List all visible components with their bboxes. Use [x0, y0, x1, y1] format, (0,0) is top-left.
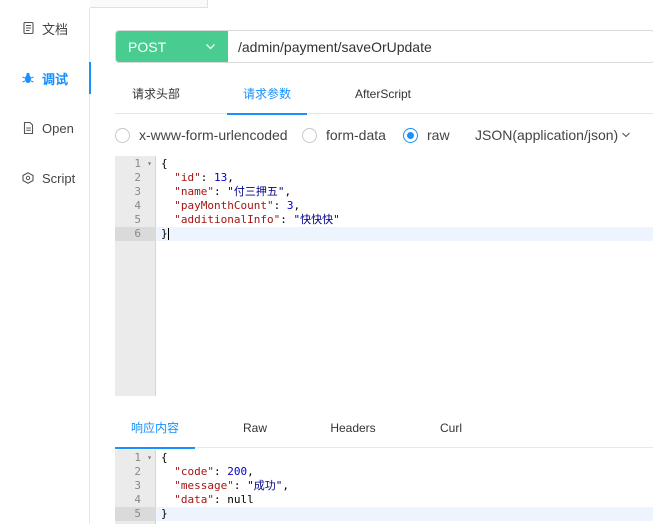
- code-line: "message": "成功",: [174, 479, 289, 492]
- request-bar: POST /admin/payment/saveOrUpdate: [115, 30, 653, 63]
- line-number: 3: [134, 479, 141, 492]
- body-type-group: x-www-form-urlencoded form-data raw JSON…: [115, 124, 653, 146]
- radio-circle: [115, 127, 130, 143]
- code-line: "code": 200,: [174, 465, 254, 478]
- tab-response-content[interactable]: 响应内容: [115, 412, 195, 449]
- top-strip: [0, 0, 653, 8]
- line-number: 2: [134, 171, 141, 184]
- radio-label: raw: [427, 127, 450, 143]
- chevron-down-icon: [205, 40, 216, 56]
- sidebar-item-label: Open: [42, 120, 74, 136]
- code-line: {: [161, 157, 168, 170]
- code-line: "payMonthCount": 3,: [174, 199, 301, 212]
- tab-label: AfterScript: [354, 87, 411, 101]
- line-number: 5: [115, 507, 156, 521]
- url-input[interactable]: /admin/payment/saveOrUpdate: [228, 31, 653, 62]
- line-number: 6: [115, 227, 156, 241]
- line-number: 2: [134, 465, 141, 478]
- plugin-icon: [22, 172, 34, 184]
- sidebar-item-docs[interactable]: 文档: [0, 8, 90, 48]
- method-label: POST: [128, 38, 167, 55]
- code-line: }: [156, 507, 653, 521]
- tab-headers-response[interactable]: Headers: [327, 412, 379, 448]
- code-line: "name": "付三押五",: [174, 185, 292, 198]
- code-line: "additionalInfo": "快快快": [174, 213, 340, 226]
- radio-urlencoded[interactable]: x-www-form-urlencoded: [115, 124, 288, 146]
- line-number: 4: [134, 199, 141, 212]
- tab-label: Headers: [330, 421, 376, 435]
- request-body-editor[interactable]: 1 ▾ 2 3 4 5 6 { "id": 13, "name": "付三押五",…: [115, 156, 653, 396]
- file-icon: [22, 122, 34, 134]
- fold-arrow-icon: ▾: [147, 453, 152, 462]
- active-tab-indicator: [227, 113, 307, 115]
- chevron-down-icon: [621, 130, 631, 140]
- code-line: "data": null: [174, 493, 254, 506]
- tab-label: Raw: [242, 421, 267, 435]
- method-select[interactable]: POST: [116, 31, 228, 62]
- code-line: "id": 13,: [174, 171, 234, 184]
- sidebar: 文档 调试 Open Script: [0, 8, 91, 524]
- tab-raw[interactable]: Raw: [239, 412, 271, 448]
- radio-form-data[interactable]: form-data: [302, 124, 386, 146]
- tab-label: 请求参数: [242, 87, 291, 101]
- sidebar-item-script[interactable]: Script: [0, 158, 90, 198]
- fold-arrow-icon: ▾: [147, 159, 152, 168]
- radio-label: x-www-form-urlencoded: [139, 127, 288, 143]
- window-tab-edge[interactable]: [90, 0, 208, 8]
- tab-params[interactable]: 请求参数: [227, 78, 307, 115]
- radio-label: form-data: [326, 127, 386, 143]
- line-number: 1 ▾: [134, 157, 152, 170]
- line-number: 3: [134, 185, 141, 198]
- sidebar-item-open[interactable]: Open: [0, 108, 90, 148]
- line-number: 4: [134, 493, 141, 506]
- tab-headers[interactable]: 请求头部: [131, 78, 181, 114]
- request-tabs: 请求头部 请求参数 AfterScript: [115, 78, 653, 115]
- code-line: }: [156, 227, 653, 241]
- document-icon: [22, 22, 34, 34]
- response-tabs: 响应内容 Raw Headers Curl: [115, 412, 653, 449]
- tab-afterscript[interactable]: AfterScript: [350, 78, 416, 114]
- bug-icon: [22, 72, 34, 84]
- url-text: /admin/payment/saveOrUpdate: [238, 38, 432, 55]
- tab-curl[interactable]: Curl: [435, 412, 467, 448]
- active-tab-indicator: [115, 447, 195, 449]
- sidebar-item-label: 调试: [42, 71, 69, 87]
- sidebar-item-debug[interactable]: 调试: [0, 58, 91, 98]
- code-line: {: [161, 451, 168, 464]
- sidebar-item-label: 文档: [42, 21, 69, 37]
- line-number: 1 ▾: [134, 451, 152, 464]
- radio-circle: [403, 127, 418, 143]
- tab-label: 请求头部: [131, 87, 180, 101]
- radio-raw[interactable]: raw: [403, 124, 450, 146]
- text-cursor: [167, 228, 169, 240]
- response-body-editor[interactable]: 1 ▾ 2 3 4 5 { "code": 200, "message": "成功…: [115, 450, 653, 524]
- sidebar-item-label: Script: [42, 170, 76, 186]
- tab-label: 响应内容: [130, 421, 179, 435]
- content-type-select[interactable]: JSON(application/json): [475, 124, 631, 146]
- line-number: 5: [134, 213, 141, 226]
- tab-label: Curl: [439, 421, 462, 435]
- content-type-label: JSON(application/json): [475, 127, 619, 143]
- radio-circle: [302, 127, 317, 143]
